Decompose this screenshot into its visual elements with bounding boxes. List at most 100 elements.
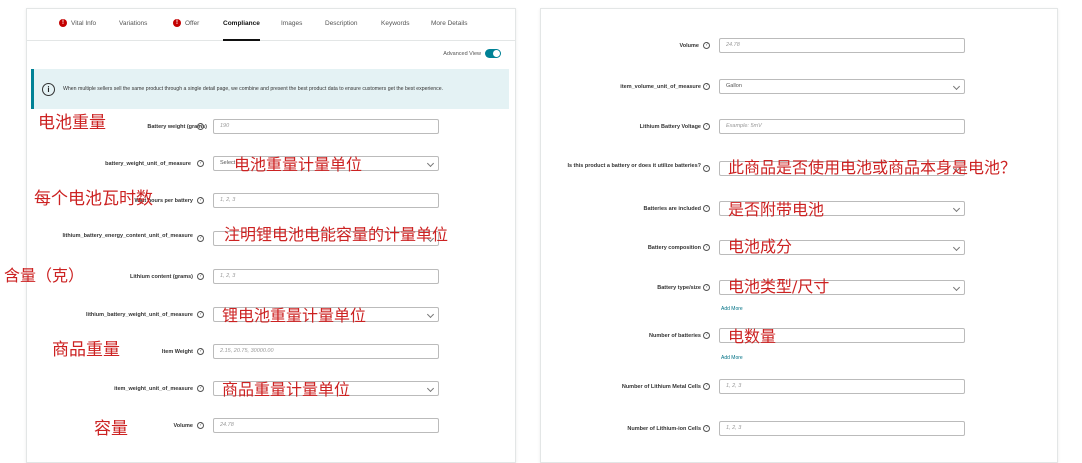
compliance-panel-right: Volume ? 24.78 item_volume_unit_of_measu…	[540, 8, 1058, 463]
tab-label: More Details	[431, 20, 468, 27]
tab-label: Description	[325, 20, 358, 27]
chevron-down-icon	[426, 159, 435, 168]
annotation-is-battery: 此商品是否使用电池或商品本身是电池？	[728, 158, 1017, 177]
select-value: Gallon	[726, 83, 742, 89]
tab-bar: ! Vital Info Variations ! Offer Compliance…	[27, 9, 515, 41]
field-label: Number of batteries	[649, 333, 701, 339]
help-icon[interactable]: ?	[703, 383, 710, 390]
tab-label: Vital Info	[71, 20, 97, 27]
advanced-view-label: Advanced View	[443, 50, 481, 57]
field-row-lithium-metal-cells: Number of Lithium Metal Cells ? 1, 2, 3	[541, 379, 1057, 399]
field-label: item_volume_unit_of_measure	[620, 84, 701, 90]
add-more-link[interactable]: Add More	[721, 355, 743, 361]
chevron-down-icon	[952, 283, 961, 292]
tab-offer[interactable]: ! Offer	[173, 9, 199, 41]
add-more-link[interactable]: Add More	[721, 306, 743, 312]
field-label: Number of Lithium Metal Cells	[621, 384, 701, 390]
help-icon[interactable]: ?	[197, 273, 204, 280]
annotation-number-of-batteries: 电数量	[728, 327, 777, 346]
field-label: lithium_battery_weight_unit_of_measure	[86, 312, 193, 318]
select-value: Select	[220, 160, 236, 166]
field-row-number-of-batteries: Number of batteries ?	[541, 328, 1057, 348]
help-icon[interactable]: ?	[703, 425, 710, 432]
annotation-volume: 容量	[94, 419, 128, 439]
tab-description[interactable]: Description	[325, 9, 358, 41]
tab-label: Compliance	[223, 20, 260, 27]
tab-label: Variations	[119, 20, 148, 27]
help-icon[interactable]: ?	[703, 332, 710, 339]
help-icon[interactable]: ?	[703, 42, 710, 49]
error-icon: !	[173, 19, 181, 28]
tab-label: Offer	[185, 20, 200, 27]
annotation-battery-weight-unit: 电池重量计量单位	[234, 155, 363, 174]
advanced-view-control: Advanced View	[443, 49, 501, 58]
annotation-lithium-weight-unit: 锂电池重量计量单位	[222, 306, 367, 325]
battery-weight-input[interactable]: 190	[213, 119, 439, 134]
tab-more-details[interactable]: More Details	[431, 9, 467, 41]
volume-right-input[interactable]: 24.78	[719, 38, 965, 53]
help-icon[interactable]: ?	[703, 165, 710, 172]
tab-images[interactable]: Images	[281, 9, 302, 41]
help-icon[interactable]: ?	[197, 385, 204, 392]
annotation-lithium-content: 含量（克）	[4, 266, 85, 285]
chevron-down-icon	[426, 310, 435, 319]
field-label: lithium_battery_energy_content_unit_of_m…	[62, 233, 193, 239]
help-icon[interactable]: ?	[703, 244, 710, 251]
field-label: Battery type/size	[657, 285, 701, 291]
info-banner: i When multiple sellers sell the same pr…	[31, 69, 509, 109]
field-label: item_weight_unit_of_measure	[114, 386, 193, 392]
help-icon[interactable]: ?	[703, 123, 710, 130]
field-row-item-volume-unit: item_volume_unit_of_measure ? Gallon	[541, 79, 1057, 99]
help-icon[interactable]: ?	[197, 311, 204, 318]
item-volume-unit-select[interactable]: Gallon	[719, 79, 965, 94]
field-label: Number of Lithium-ion Cells	[627, 426, 701, 432]
field-label: Lithium Battery Voltage	[639, 124, 701, 130]
lithium-voltage-input[interactable]: Example: 5mV	[719, 119, 965, 134]
tab-vital-info[interactable]: ! Vital Info	[59, 9, 96, 41]
chevron-down-icon	[426, 384, 435, 393]
field-label: Lithium content (grams)	[130, 274, 193, 280]
field-row-battery-composition: Battery composition ?	[541, 240, 1057, 260]
annotation-item-weight-unit: 商品重量计量单位	[222, 380, 351, 399]
tab-variations[interactable]: Variations	[119, 9, 147, 41]
tab-keywords[interactable]: Keywords	[381, 9, 410, 41]
lithium-ion-cells-input[interactable]: 1, 2, 3	[719, 421, 965, 436]
field-label: Battery composition	[647, 245, 701, 251]
field-label: Is this product a battery or does it uti…	[567, 163, 701, 169]
error-icon: !	[59, 19, 67, 28]
help-icon[interactable]: ?	[197, 123, 204, 130]
help-icon[interactable]: ?	[703, 284, 710, 291]
help-icon[interactable]: ?	[197, 348, 204, 355]
help-icon[interactable]: ?	[197, 422, 204, 429]
info-icon: i	[42, 82, 55, 96]
help-icon[interactable]: ?	[197, 197, 204, 204]
field-label: Batteries are included	[643, 206, 701, 212]
field-label: battery_weight_unit_of_measure	[105, 161, 191, 167]
chevron-down-icon	[952, 243, 961, 252]
watt-hours-input[interactable]: 1, 2, 3	[213, 193, 439, 208]
volume-input[interactable]: 24.78	[213, 418, 439, 433]
annotation-energy-unit: 注明锂电池电能容量的计量单位	[224, 225, 449, 244]
help-icon[interactable]: ?	[197, 160, 204, 167]
annotation-item-weight: 商品重量	[52, 340, 120, 360]
field-label: Volume	[679, 43, 699, 49]
lithium-metal-cells-input[interactable]: 1, 2, 3	[719, 379, 965, 394]
field-row-lithium-ion-cells: Number of Lithium-ion Cells ? 1, 2, 3	[541, 421, 1057, 441]
tab-label: Keywords	[381, 20, 410, 27]
lithium-content-input[interactable]: 1, 2, 3	[213, 269, 439, 284]
annotation-battery-type: 电池类型/尺寸	[728, 277, 830, 296]
field-row-lithium-voltage: Lithium Battery Voltage ? Example: 5mV	[541, 119, 1057, 139]
annotation-watt-hours: 每个电池瓦时数	[34, 189, 153, 209]
advanced-view-toggle[interactable]	[485, 49, 501, 58]
item-weight-input[interactable]: 2.15, 20.75, 30000.00	[213, 344, 439, 359]
help-icon[interactable]: ?	[197, 235, 204, 242]
help-icon[interactable]: ?	[703, 83, 710, 90]
chevron-down-icon	[952, 204, 961, 213]
tab-label: Images	[281, 20, 303, 27]
chevron-down-icon	[952, 82, 961, 91]
help-icon[interactable]: ?	[703, 205, 710, 212]
field-row-lithium-content: Lithium content (grams) ? 1, 2, 3	[27, 269, 515, 289]
annotation-batteries-included: 是否附带电池	[728, 200, 825, 219]
tab-compliance[interactable]: Compliance	[223, 9, 260, 41]
field-row-volume-right: Volume ? 24.78	[541, 38, 1057, 58]
